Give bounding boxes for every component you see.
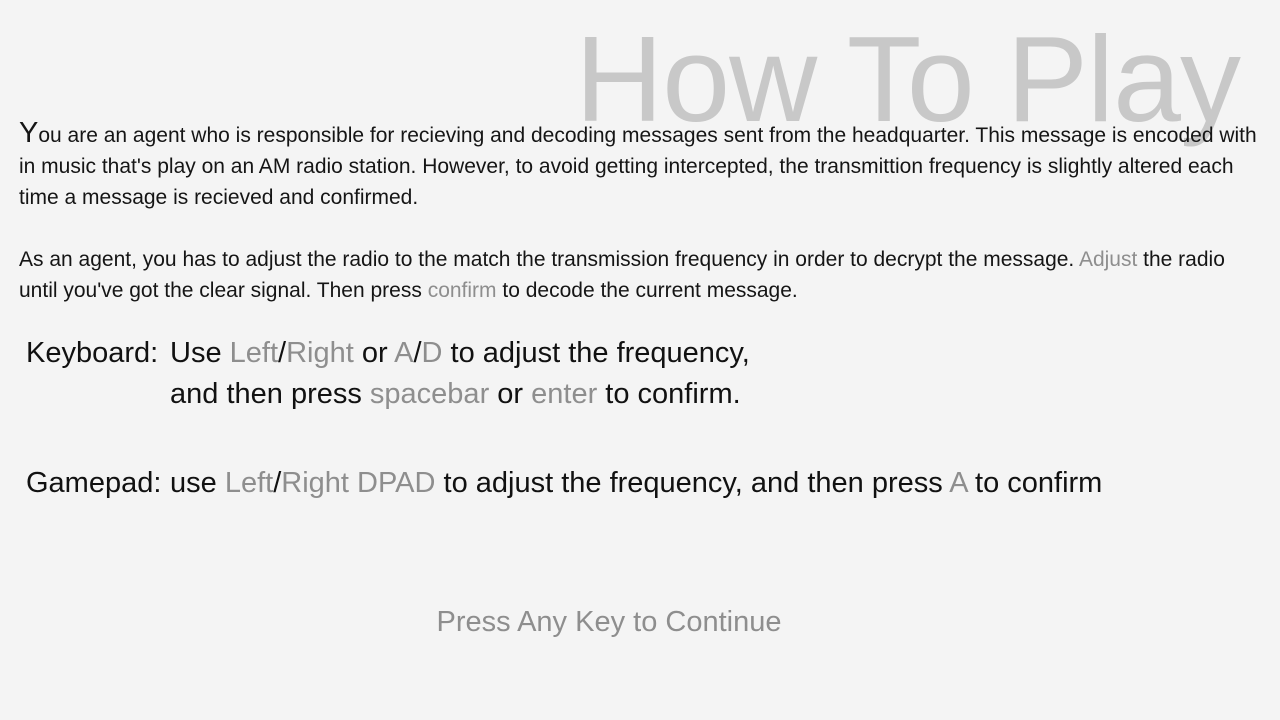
intro-p1-text: ou are an agent who is responsible for r… <box>19 124 1257 209</box>
keyboard-use-text: Use <box>170 337 230 369</box>
key-right: Right <box>286 337 354 369</box>
gamepad-instructions: use Left/Right DPAD to adjust the freque… <box>170 463 1102 504</box>
keyboard-confirm-text: to confirm. <box>597 378 741 410</box>
key-spacebar: spacebar <box>369 378 490 410</box>
keyboard-instructions: Use Left/Right or A/D to adjust the freq… <box>170 333 750 415</box>
gamepad-confirm-text: to confirm <box>966 467 1103 499</box>
gamepad-adjust-text: to adjust the frequency, and then press <box>435 467 950 499</box>
keyboard-line-1: Use Left/Right or A/D to adjust the freq… <box>170 333 750 374</box>
key-a: A <box>394 337 414 369</box>
intro-paragraph-1: You are an agent who is responsible for … <box>19 118 1269 213</box>
keyboard-line-2: and then press spacebar or enter to conf… <box>170 374 750 415</box>
keyboard-press-text: and then press <box>170 378 370 410</box>
adjust-keyword: Adjust <box>1078 248 1138 271</box>
controls-section: Keyboard: Use Left/Right or A/D to adjus… <box>26 333 1102 504</box>
gamepad-use-text: use <box>170 467 225 499</box>
drop-cap: Y <box>19 117 39 149</box>
intro-p2-text-c: to decode the current message. <box>496 279 798 302</box>
continue-prompt[interactable]: Press Any Key to Continue <box>0 606 1218 639</box>
gamepad-left: Left <box>224 467 274 499</box>
gamepad-key-a: A <box>949 467 967 499</box>
gamepad-label: Gamepad: <box>26 467 162 499</box>
intro-text: You are an agent who is responsible for … <box>19 118 1269 306</box>
keyboard-slash-2: / <box>413 337 422 369</box>
key-left: Left <box>229 337 279 369</box>
gamepad-controls: Gamepad: use Left/Right DPAD to adjust t… <box>26 463 1102 504</box>
gamepad-right-dpad: Right DPAD <box>281 467 436 499</box>
keyboard-controls: Keyboard: Use Left/Right or A/D to adjus… <box>26 333 1102 415</box>
key-enter: enter <box>531 378 598 410</box>
confirm-keyword: confirm <box>427 279 497 302</box>
keyboard-label: Keyboard: <box>26 337 159 369</box>
keyboard-or-2: or <box>489 378 532 410</box>
key-d: D <box>421 337 443 369</box>
intro-p2-text-a: As an agent, you has to adjust the radio… <box>19 248 1079 271</box>
keyboard-or-1: or <box>353 337 395 369</box>
keyboard-adjust-text: to adjust the frequency, <box>442 337 750 369</box>
intro-paragraph-2: As an agent, you has to adjust the radio… <box>19 244 1269 306</box>
controls-spacer <box>26 415 1102 463</box>
keyboard-slash-1: / <box>278 337 287 369</box>
